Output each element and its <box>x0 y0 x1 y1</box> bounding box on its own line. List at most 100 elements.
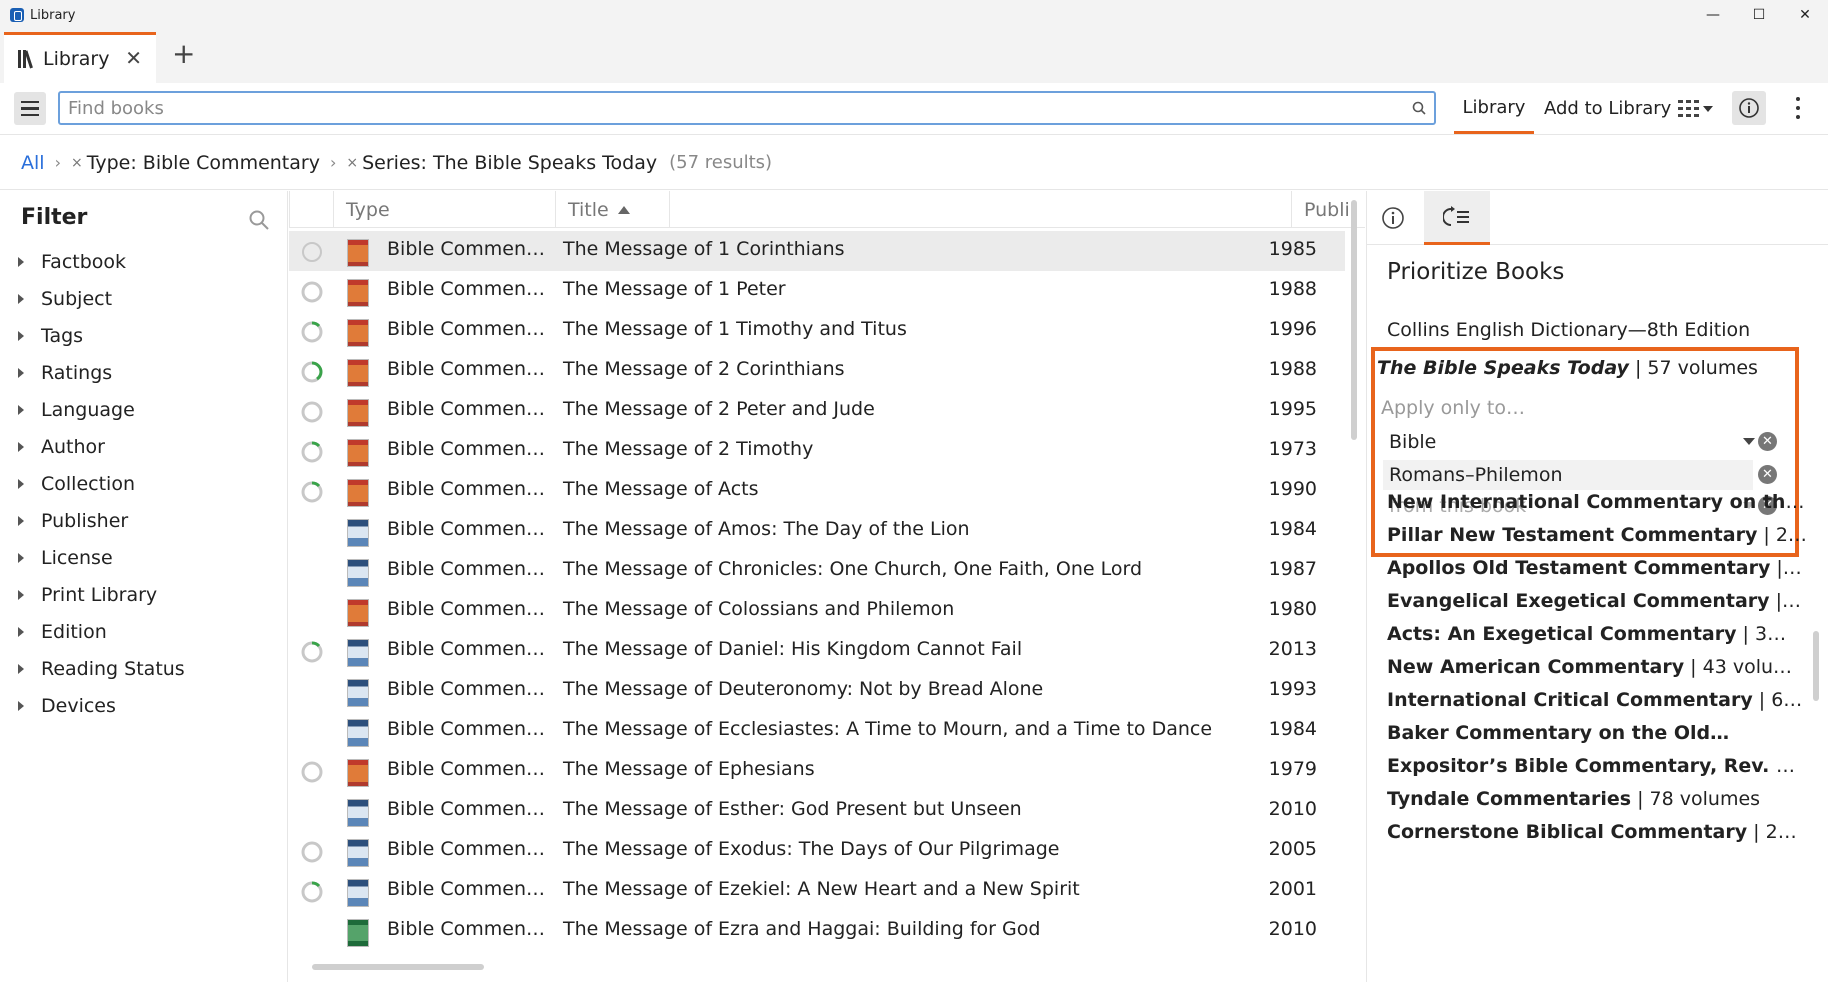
table-row[interactable]: Bible Comment… The Message of 1 Corinthia… <box>289 231 1345 271</box>
prioritize-tab[interactable] <box>1424 191 1490 245</box>
filter-item-label: Language <box>41 398 135 421</box>
priority-item[interactable]: Acts: An Exegetical Commentary | 3… <box>1387 623 1807 645</box>
table-horizontal-scrollbar[interactable] <box>312 964 484 970</box>
hamburger-menu-button[interactable] <box>14 92 46 125</box>
tab-close-icon[interactable]: ✕ <box>125 46 142 70</box>
cell-year: 1980 <box>1268 598 1317 620</box>
book-cover <box>347 519 369 547</box>
priority-item-meta: | 78 volumes <box>1637 788 1761 810</box>
priority-item[interactable]: Expositor’s Bible Commentary, Rev. Ed.… <box>1387 755 1807 777</box>
add-to-library-button[interactable]: Add to Library <box>1544 83 1671 134</box>
priority-item-meta: | 43 volumes <box>1690 656 1807 678</box>
table-row[interactable]: Bible Comment… The Message of Acts 1990 <box>289 471 1345 511</box>
table-row[interactable]: Bible Comment… The Message of Ephesians 19… <box>289 751 1345 791</box>
cell-title: The Message of Exodus: The Days of Our P… <box>563 838 1060 860</box>
table-row[interactable]: Bible Comment… The Message of Ecclesiaste… <box>289 711 1345 751</box>
table-row[interactable]: Bible Comment… The Message of Deuteronomy… <box>289 671 1345 711</box>
filter-item-author[interactable]: Author <box>18 428 185 465</box>
column-header-status[interactable] <box>289 191 333 228</box>
cell-title: The Message of Chronicles: One Church, O… <box>563 558 1143 580</box>
filter-item-factbook[interactable]: Factbook <box>18 243 185 280</box>
search-icon[interactable] <box>1412 101 1426 115</box>
remove-series-filter-icon[interactable]: × <box>346 155 358 171</box>
table-vertical-scrollbar[interactable] <box>1351 200 1357 440</box>
more-options-button[interactable] <box>1788 93 1808 123</box>
filter-item-subject[interactable]: Subject <box>18 280 185 317</box>
table-row[interactable]: Bible Comment… The Message of 2 Timothy 19… <box>289 431 1345 471</box>
priority-item-meta: | 14… <box>1775 590 1807 612</box>
filter-item-label: Reading Status <box>41 657 185 680</box>
filter-item-edition[interactable]: Edition <box>18 613 185 650</box>
priority-item[interactable]: International Critical Commentary | 66… <box>1387 689 1807 711</box>
breadcrumb-type-filter[interactable]: Type: Bible Commentary <box>87 152 320 174</box>
book-cover <box>347 439 369 467</box>
filter-item-language[interactable]: Language <box>18 391 185 428</box>
table-row[interactable]: Bible Comment… The Message of 1 Timothy a… <box>289 311 1345 351</box>
table-row[interactable]: Bible Comment… The Message of Amos: The D… <box>289 511 1345 551</box>
info-tab-icon[interactable] <box>1381 206 1405 230</box>
filter-item-reading-status[interactable]: Reading Status <box>18 650 185 687</box>
table-row[interactable]: Bible Comment… The Message of Chronicles:… <box>289 551 1345 591</box>
sync-status-icon <box>301 361 323 383</box>
table-row[interactable]: Bible Comment… The Message of Ezekiel: A … <box>289 871 1345 911</box>
table-row[interactable]: Bible Comment… The Message of 1 Peter 1988 <box>289 271 1345 311</box>
book-cover <box>347 559 369 587</box>
cell-year: 1987 <box>1268 558 1317 580</box>
book-cover <box>347 399 369 427</box>
breadcrumb-all-link[interactable]: All <box>21 152 45 174</box>
priority-item[interactable]: New American Commentary | 43 volumes <box>1387 656 1807 678</box>
table-row[interactable]: Bible Comment… The Message of Esther: God… <box>289 791 1345 831</box>
priority-item-name: Expositor’s Bible Commentary, Rev. Ed.… <box>1387 755 1807 777</box>
priority-item-name: Evangelical Exegetical Commentary <box>1387 590 1770 612</box>
table-row[interactable]: Bible Comment… The Message of Daniel: His… <box>289 631 1345 671</box>
priority-item[interactable]: New International Commentary on the… <box>1387 491 1807 513</box>
table-row[interactable]: Bible Comment… The Message of Ezra and Ha… <box>289 911 1345 951</box>
cell-title: The Message of Amos: The Day of the Lion <box>563 518 970 540</box>
filter-item-devices[interactable]: Devices <box>18 687 185 724</box>
priority-item[interactable]: Cornerstone Biblical Commentary | 20… <box>1387 821 1807 843</box>
view-options-button[interactable] <box>1678 97 1718 121</box>
bible-select[interactable]: Bible ✕ <box>1383 427 1777 457</box>
priority-item[interactable]: Apollos Old Testament Commentary |… <box>1387 557 1807 579</box>
cell-title: The Message of Ezra and Haggai: Building… <box>563 918 1041 940</box>
priority-item[interactable]: Tyndale Commentaries | 78 volumes <box>1387 788 1807 810</box>
maximize-button[interactable]: ☐ <box>1736 0 1782 30</box>
clear-range-icon[interactable]: ✕ <box>1758 465 1777 484</box>
filter-list: Factbook Subject Tags Ratings Language A… <box>18 243 185 724</box>
breadcrumb-separator: › <box>329 153 337 172</box>
table-row[interactable]: Bible Comment… The Message of Exodus: The… <box>289 831 1345 871</box>
filter-item-print-library[interactable]: Print Library <box>18 576 185 613</box>
table-row[interactable]: Bible Comment… The Message of 2 Corinthia… <box>289 351 1345 391</box>
info-panel-button[interactable] <box>1732 91 1766 125</box>
filter-item-tags[interactable]: Tags <box>18 317 185 354</box>
priority-item[interactable]: Collins English Dictionary—8th Edition <box>1387 319 1807 341</box>
filter-item-collection[interactable]: Collection <box>18 465 185 502</box>
clear-bible-icon[interactable]: ✕ <box>1758 432 1777 451</box>
cell-title: The Message of Acts <box>563 478 759 500</box>
priority-item[interactable]: Evangelical Exegetical Commentary | 14… <box>1387 590 1807 612</box>
remove-type-filter-icon[interactable]: × <box>71 155 83 171</box>
priority-item[interactable]: Pillar New Testament Commentary | 20… <box>1387 524 1807 546</box>
filter-search-icon[interactable] <box>248 209 270 231</box>
new-tab-button[interactable]: + <box>172 40 195 68</box>
table-row[interactable]: Bible Comment… The Message of Colossians … <box>289 591 1345 631</box>
filter-item-ratings[interactable]: Ratings <box>18 354 185 391</box>
chevron-down-icon <box>1743 438 1755 445</box>
tab-library[interactable]: Library ✕ <box>4 32 156 83</box>
table-row[interactable]: Bible Comment… The Message of 2 Peter and… <box>289 391 1345 431</box>
close-window-button[interactable]: ✕ <box>1782 0 1828 30</box>
filter-item-license[interactable]: License <box>18 539 185 576</box>
cell-title: The Message of 2 Timothy <box>563 438 814 460</box>
breadcrumb-series-filter[interactable]: Series: The Bible Speaks Today <box>362 152 657 174</box>
book-cover <box>347 719 369 747</box>
search-input[interactable] <box>60 93 1434 123</box>
cell-type: Bible Comment… <box>387 598 551 620</box>
column-header-title[interactable]: Title <box>555 191 1365 228</box>
library-view-button[interactable]: Library <box>1454 83 1534 134</box>
cell-title: The Message of 2 Peter and Jude <box>563 398 875 420</box>
priority-item[interactable]: Baker Commentary on the Old… <box>1387 722 1807 744</box>
minimize-button[interactable]: — <box>1690 0 1736 30</box>
panel-scrollbar[interactable] <box>1813 631 1819 701</box>
filter-item-publisher[interactable]: Publisher <box>18 502 185 539</box>
range-field[interactable]: Romans–Philemon ✕ <box>1383 460 1777 490</box>
